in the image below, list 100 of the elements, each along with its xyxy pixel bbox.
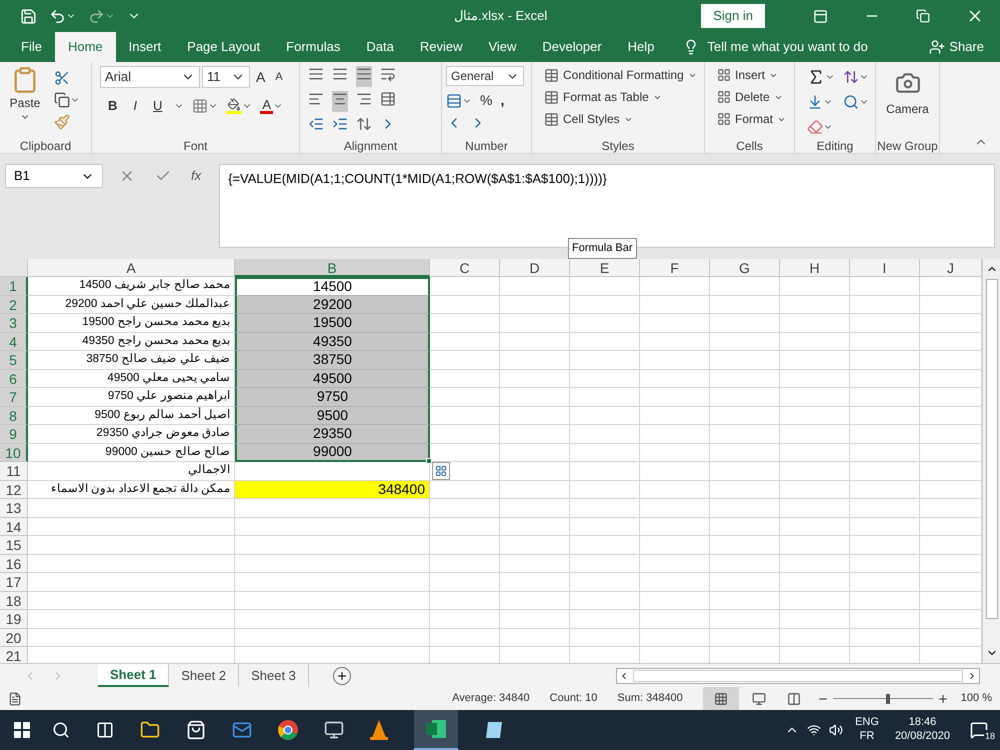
row-header[interactable]: 17 xyxy=(0,573,28,592)
row-header[interactable]: 3 xyxy=(0,314,28,332)
row-header[interactable]: 10 xyxy=(0,444,28,462)
ribbon-tab[interactable]: Page Layout xyxy=(174,32,274,62)
column-header[interactable]: A xyxy=(28,259,235,277)
font-color-button[interactable]: A xyxy=(260,98,274,114)
ribbon-tab[interactable]: Help xyxy=(614,32,668,62)
name-box[interactable]: B1 xyxy=(5,164,103,188)
table-cell: ضيف علي ضيف صالح 38750 xyxy=(86,354,230,366)
table-cell: 9750 xyxy=(235,388,430,406)
comma-button[interactable]: , xyxy=(500,90,504,111)
group-label: Number xyxy=(465,139,508,153)
column-header[interactable]: I xyxy=(850,259,920,277)
zoom-level: 100 % xyxy=(960,691,992,706)
table-cell: ابراهيم منصور علي 9750 xyxy=(108,391,230,402)
grow-font-button[interactable]: A xyxy=(252,66,270,88)
number-format-dropdown[interactable]: General xyxy=(446,66,524,86)
row-header[interactable]: 6 xyxy=(0,370,28,388)
column-header[interactable]: G xyxy=(710,259,780,277)
group-label: Font xyxy=(183,139,208,153)
group-label: Clipboard xyxy=(20,139,72,153)
row-header[interactable]: 18 xyxy=(0,592,28,610)
status-count: Count: 10 xyxy=(550,691,598,706)
row-header[interactable]: 19 xyxy=(0,610,28,628)
table-cell: 49500 xyxy=(235,370,430,388)
cells-button[interactable]: Delete xyxy=(717,88,786,106)
group-label: Cells xyxy=(736,139,763,153)
style-button[interactable]: Format as Table xyxy=(544,88,697,106)
table-cell: سامي يحيى معلي 49500 xyxy=(107,372,230,384)
ribbon-tab[interactable]: Review xyxy=(406,32,476,62)
ribbon-tab[interactable]: Home xyxy=(54,32,116,62)
font-size-dropdown[interactable]: 11 xyxy=(202,66,250,88)
row-header[interactable]: 11 xyxy=(0,462,28,480)
column-header[interactable]: H xyxy=(780,259,850,277)
status-sum: Sum: 348400 xyxy=(617,691,683,706)
sign-in-button[interactable]: Sign in xyxy=(701,4,765,28)
paste-button[interactable]: Paste xyxy=(4,66,46,137)
table-cell: صالح صالح حسين 99000 xyxy=(105,446,230,458)
tell-me-field[interactable]: Tell me what you want to do xyxy=(707,37,868,57)
column-header[interactable]: E xyxy=(570,259,640,277)
cells-button[interactable]: Insert xyxy=(717,66,786,84)
row-header[interactable]: 16 xyxy=(0,554,28,573)
column-header[interactable]: C xyxy=(430,259,500,277)
column-header[interactable]: F xyxy=(640,259,710,277)
table-cell: 29350 xyxy=(235,425,430,444)
row-header[interactable]: 7 xyxy=(0,388,28,406)
row-header[interactable]: 12 xyxy=(0,480,28,499)
row-header[interactable]: 13 xyxy=(0,499,28,518)
camera-button[interactable]: Camera xyxy=(880,66,935,137)
clock-date[interactable]: 20/08/2020 xyxy=(894,730,950,744)
ribbon-tab[interactable]: View xyxy=(475,32,530,62)
row-header[interactable]: 14 xyxy=(0,518,28,536)
table-cell: 14500 xyxy=(235,277,430,296)
style-button[interactable]: Conditional Formatting xyxy=(544,66,697,84)
group-label: Alignment xyxy=(344,139,398,153)
column-header[interactable]: D xyxy=(500,259,570,277)
language-label[interactable]: ENG xyxy=(855,716,879,730)
ribbon-tab[interactable]: Developer xyxy=(529,32,615,62)
sheet-tab[interactable]: Sheet 1 xyxy=(98,664,170,687)
cells-button[interactable]: Format xyxy=(717,110,786,128)
insert-function-button[interactable]: fx xyxy=(191,166,202,186)
table-cell: 99000 xyxy=(235,444,430,462)
table-cell: 29200 xyxy=(235,296,430,314)
table-cell: بديع محمد محسن راجح 49350 xyxy=(82,336,230,347)
status-average: Average: 34840 xyxy=(452,691,530,706)
italic-button[interactable]: I xyxy=(129,96,142,116)
underline-button[interactable]: U xyxy=(149,96,166,116)
column-header[interactable]: J xyxy=(920,259,982,277)
ribbon-tab[interactable]: Insert xyxy=(116,32,174,62)
row-header[interactable]: 4 xyxy=(0,332,28,351)
table-cell: 38750 xyxy=(235,351,430,370)
table-cell: صادق معوض جرادي 29350 xyxy=(96,428,230,440)
table-cell: محمد صالح جابر شريف 14500 xyxy=(79,280,230,292)
table-cell: 19500 xyxy=(235,314,430,332)
share-button[interactable]: Share xyxy=(929,32,1000,62)
font-name-dropdown[interactable]: Arial xyxy=(100,66,200,88)
table-cell: بديع محمد محسن راجح 19500 xyxy=(82,317,230,328)
row-header[interactable]: 8 xyxy=(0,406,28,425)
group-label: Editing xyxy=(816,139,854,153)
percent-button[interactable]: % xyxy=(480,90,492,111)
table-cell: 9500 xyxy=(235,406,430,425)
ribbon-tab[interactable]: File xyxy=(8,32,55,62)
group-label: Styles xyxy=(602,139,634,153)
row-header[interactable]: 15 xyxy=(0,536,28,554)
ribbon-tab[interactable]: Data xyxy=(353,32,407,62)
table-cell: الاجمالي xyxy=(188,465,230,476)
clock-time[interactable]: 18:46 xyxy=(908,716,936,730)
group-label: New Group xyxy=(877,139,938,153)
row-header[interactable]: 1 xyxy=(0,277,28,296)
column-header[interactable]: B xyxy=(235,259,430,277)
table-cell: عبدالملك حسين علي احمد 29200 xyxy=(65,298,230,310)
bold-button[interactable]: B xyxy=(104,96,122,116)
row-header[interactable]: 5 xyxy=(0,351,28,370)
row-header[interactable]: 20 xyxy=(0,628,28,647)
style-button[interactable]: Cell Styles xyxy=(544,110,697,128)
row-header[interactable]: 9 xyxy=(0,425,28,444)
ribbon-tab[interactable]: Formulas xyxy=(273,32,354,62)
keyboard-label[interactable]: FR xyxy=(860,730,874,744)
shrink-font-button[interactable]: A xyxy=(271,68,287,86)
row-header[interactable]: 2 xyxy=(0,296,28,314)
